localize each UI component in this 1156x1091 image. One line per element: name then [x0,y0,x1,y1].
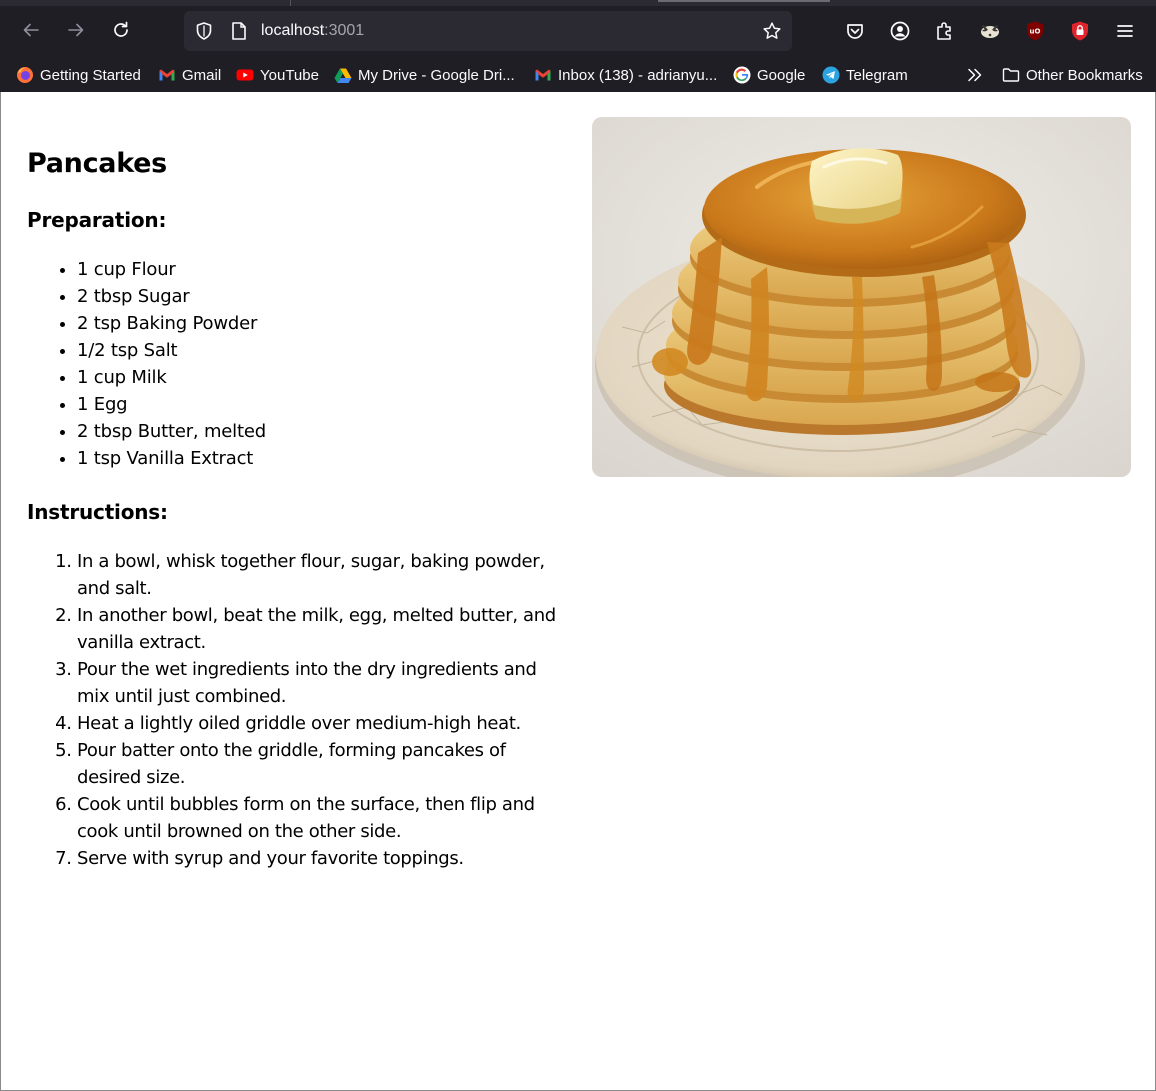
arrow-left-icon [23,23,39,37]
page-icon[interactable] [230,21,248,41]
url-host: localhost [261,22,325,39]
ingredient-item: 2 tbsp Butter, melted [77,418,567,445]
bookmarks-toolbar: Getting Started Gmail YouTube My Drive -… [0,60,1156,90]
pancake-photo [592,117,1131,477]
tab-divider [290,0,291,6]
ingredient-item: 1 cup Milk [77,364,567,391]
reload-icon [114,21,128,37]
recipe-text: Pancakes Preparation: 1 cup Flour2 tbsp … [27,148,567,872]
bookmark-telegram[interactable]: Telegram [822,64,908,86]
pocket-icon [847,24,863,39]
ingredient-item: 2 tsp Baking Powder [77,310,567,337]
instruction-step: Pour the wet ingredients into the dry in… [77,656,567,710]
bookmark-youtube[interactable]: YouTube [236,64,319,86]
url-port: :3001 [324,22,365,39]
puzzle-icon [937,22,951,40]
firefox-icon [17,67,33,83]
youtube-icon [236,69,254,81]
reload-button[interactable] [105,14,137,46]
other-bookmarks-label: Other Bookmarks [1026,66,1143,84]
google-drive-icon [334,68,352,83]
gmail-icon [159,69,175,81]
pocket-button[interactable] [844,20,866,42]
google-icon [733,66,751,84]
telegram-icon [822,66,840,84]
folder-icon [1002,68,1020,82]
ublock-origin-icon: uO [1027,21,1043,41]
account-icon [890,21,910,41]
instructions-heading: Instructions: [27,500,168,524]
bookmark-gmail[interactable]: Gmail [158,64,221,86]
pancake-stack-illustration [592,117,1131,477]
account-button[interactable] [889,20,911,42]
back-button[interactable] [15,14,47,46]
arrow-right-icon [68,23,84,37]
bookmarks-overflow-button[interactable] [966,64,984,86]
forward-button[interactable] [60,14,92,46]
preparation-heading: Preparation: [27,208,167,232]
instruction-step: Serve with syrup and your favorite toppi… [77,845,567,872]
extension-raccoon-button[interactable] [979,20,1001,42]
ingredient-item: 2 tbsp Sugar [77,283,567,310]
ingredient-item: 1 cup Flour [77,256,567,283]
other-bookmarks-folder[interactable]: Other Bookmarks [1002,64,1143,86]
hamburger-menu-icon [1117,25,1133,37]
ingredient-item: 1 Egg [77,391,567,418]
active-tab-indicator[interactable] [658,0,830,2]
instruction-step: Heat a lightly oiled griddle over medium… [77,710,567,737]
tab-strip [0,0,1156,6]
ingredient-item: 1 tsp Vanilla Extract [77,445,567,472]
ingredient-item: 1/2 tsp Salt [77,337,567,364]
url-text[interactable]: localhost:3001 [261,22,364,40]
address-bar[interactable]: localhost:3001 [184,11,792,51]
bookmark-my-drive[interactable]: My Drive - Google Dri... [334,64,515,86]
instruction-step: In another bowl, beat the milk, egg, mel… [77,602,567,656]
raccoon-extension-icon [981,25,999,38]
bookmark-label: Inbox (138) - adrianyu... [558,66,718,84]
instruction-step: In a bowl, whisk together flour, sugar, … [77,548,567,602]
bookmark-label: Google [757,66,806,84]
bookmark-label: Getting Started [40,66,141,84]
bookmark-label: Gmail [182,66,222,84]
recipe-title: Pancakes [27,148,167,179]
instruction-list: In a bowl, whisk together flour, sugar, … [27,548,567,872]
bookmark-star-icon[interactable] [762,21,782,41]
instruction-step: Cook until bubbles form on the surface, … [77,791,567,845]
bookmark-google[interactable]: Google [733,64,805,86]
bookmark-getting-started[interactable]: Getting Started [16,64,141,86]
extensions-button[interactable] [934,20,956,42]
shield-icon[interactable] [194,21,214,41]
browser-toolbar: localhost:3001 uO Getting Started Gmail … [0,0,1156,92]
bookmark-inbox[interactable]: Inbox (138) - adrianyu... [534,64,717,86]
ingredient-list: 1 cup Flour2 tbsp Sugar2 tsp Baking Powd… [27,256,567,472]
red-shield-lock-icon [1072,21,1088,41]
bookmark-label: My Drive - Google Dri... [358,66,515,84]
svg-text:uO: uO [1030,28,1041,36]
gmail-icon [535,69,551,81]
bookmark-label: YouTube [260,66,319,84]
privacy-extension-button[interactable] [1069,20,1091,42]
instruction-step: Pour batter onto the griddle, forming pa… [77,737,567,791]
bookmark-label: Telegram [846,66,908,84]
ublock-button[interactable]: uO [1024,20,1046,42]
page-viewport: Pancakes Preparation: 1 cup Flour2 tbsp … [0,92,1156,1091]
double-chevron-right-icon [968,68,982,82]
menu-button[interactable] [1114,20,1136,42]
